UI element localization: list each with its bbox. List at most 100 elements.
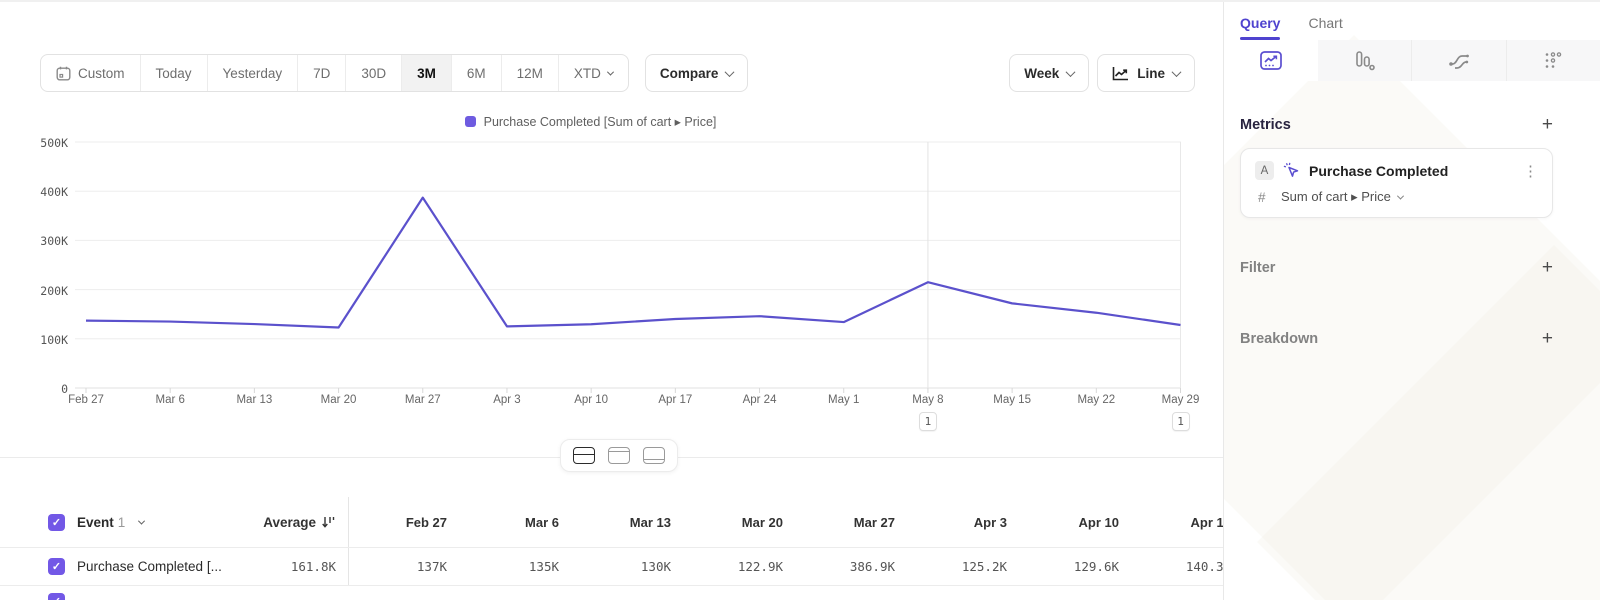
average-header-cell[interactable]: Average (240, 515, 348, 530)
aggregation-dropdown[interactable]: Sum of cart ▸ Price (1281, 189, 1403, 205)
date-column-header[interactable]: Apr 10 (1021, 515, 1133, 530)
event-label-text: Event (77, 515, 114, 530)
x-axis-label: Feb 27 (44, 394, 128, 406)
report-tab-funnels[interactable] (1318, 40, 1412, 81)
x-axis-label: Apr 3 (465, 394, 549, 406)
query-builder-sidebar: Query Chart (1223, 2, 1600, 600)
chart-plot-area[interactable] (75, 142, 1181, 395)
date-column-header[interactable]: Mar 27 (797, 515, 909, 530)
metric-card-event-row: A Purchase Completed ⋮ (1255, 161, 1538, 180)
series-name-cell (0, 585, 240, 600)
table-row[interactable]: Purchase Completed [... 161.8K 137K135K1… (0, 547, 1223, 585)
add-breakdown-button[interactable]: + (1542, 329, 1553, 348)
date-value-cells: 137K135K130K122.9K386.9K125.2K129.6K140.… (348, 548, 1223, 585)
layout-toggle-group (560, 439, 678, 472)
value-cell: 140.3K (1133, 559, 1223, 574)
filter-title: Filter (1240, 260, 1275, 276)
x-axis-label: Mar 6 (128, 394, 212, 406)
chart-only-icon (609, 451, 629, 452)
sort-descending-icon (322, 515, 336, 529)
results-table: Event 1 Average Feb 27Mar 6Mar 13Mar 20Ma… (0, 497, 1223, 600)
insights-report-page: CustomTodayYesterday7D30D3M6M12MXTD Comp… (0, 0, 1600, 600)
date-column-header[interactable]: Feb 27 (349, 515, 461, 530)
insights-icon (1260, 51, 1282, 70)
x-axis-label: May 1 (802, 394, 886, 406)
event-column-label[interactable]: Event 1 (77, 515, 125, 530)
value-cell: 129.6K (1021, 559, 1133, 574)
metric-menu-icon[interactable]: ⋮ (1523, 162, 1538, 180)
y-axis-label: 500K (0, 136, 68, 150)
report-tab-insights[interactable] (1224, 40, 1318, 81)
annotation-badge[interactable]: 1 (1172, 412, 1190, 431)
line-chart[interactable]: 500K400K300K200K100K0Feb 27Mar 6Mar 13Ma… (0, 2, 1223, 457)
metric-card[interactable]: A Purchase Completed ⋮ # Sum of cart ▸ P… (1240, 148, 1553, 218)
annotation-badge[interactable]: 1 (919, 412, 937, 431)
report-type-tabs (1224, 40, 1600, 81)
report-tab-flows[interactable] (1411, 40, 1506, 81)
x-axis-label: Mar 13 (212, 394, 296, 406)
add-metric-button[interactable]: + (1542, 115, 1553, 134)
table-only-view-button[interactable] (643, 447, 665, 464)
x-axis-label: Apr 24 (718, 394, 802, 406)
table-header-row: Event 1 Average Feb 27Mar 6Mar 13Mar 20Ma… (0, 497, 1223, 547)
tab-chart[interactable]: Chart (1308, 15, 1342, 40)
series-line[interactable] (86, 198, 1181, 328)
split-view-button[interactable] (573, 447, 595, 464)
aggregation-label: Sum of cart ▸ Price (1281, 189, 1391, 205)
chevron-down-icon (138, 517, 145, 524)
value-cell: 135K (461, 559, 573, 574)
value-cell: 125.2K (909, 559, 1021, 574)
metric-letter-badge: A (1255, 161, 1274, 180)
x-axis-label: May 8 (886, 394, 970, 406)
x-axis-label: Apr 10 (549, 394, 633, 406)
date-header-cells: Feb 27Mar 6Mar 13Mar 20Mar 27Apr 3Apr 10… (348, 497, 1223, 547)
flows-icon (1447, 51, 1471, 71)
metric-event-name[interactable]: Purchase Completed (1309, 163, 1514, 179)
x-axis-label: May 29 (1139, 394, 1223, 406)
x-axis-label: Mar 27 (381, 394, 465, 406)
average-value-cell: 161.8K (240, 559, 348, 574)
value-cell: 122.9K (685, 559, 797, 574)
event-cursor-icon (1283, 162, 1300, 179)
x-axis-label: May 15 (970, 394, 1054, 406)
date-column-header[interactable]: Mar 20 (685, 515, 797, 530)
x-axis-label: May 22 (1054, 394, 1138, 406)
y-axis-label: 300K (0, 234, 68, 248)
date-column-header[interactable]: Apr 3 (909, 515, 1021, 530)
funnels-icon (1353, 50, 1375, 72)
value-cell: 130K (573, 559, 685, 574)
retention-icon (1543, 51, 1563, 71)
sidebar-content: Metrics + A Purchase Completed ⋮ # (1224, 115, 1600, 348)
date-column-header[interactable]: Mar 6 (461, 515, 573, 530)
x-axis-label: Apr 17 (633, 394, 717, 406)
x-axis-label: Mar 20 (297, 394, 381, 406)
event-header-cell: Event 1 (0, 514, 240, 531)
split-view-icon (574, 454, 594, 455)
metrics-section-header: Metrics + (1240, 115, 1553, 134)
event-count: 1 (118, 515, 126, 530)
date-column-header[interactable]: Apr 17 (1133, 515, 1223, 530)
value-cell: 137K (349, 559, 461, 574)
chevron-down-icon (1397, 192, 1404, 199)
chart-only-view-button[interactable] (608, 447, 630, 464)
tab-query[interactable]: Query (1240, 15, 1280, 40)
average-label: Average (263, 515, 316, 530)
add-filter-button[interactable]: + (1542, 258, 1553, 277)
series-name: Purchase Completed [... (77, 559, 222, 574)
report-main-area: CustomTodayYesterday7D30D3M6M12MXTD Comp… (0, 2, 1223, 600)
breakdown-title: Breakdown (1240, 331, 1318, 347)
y-axis-label: 100K (0, 333, 68, 347)
metrics-title: Metrics (1240, 117, 1291, 133)
filter-section-header: Filter + (1240, 258, 1553, 277)
table-row-partial[interactable] (0, 585, 1223, 600)
y-axis-label: 400K (0, 185, 68, 199)
select-all-checkbox[interactable] (48, 514, 65, 531)
series-checkbox[interactable] (48, 593, 65, 600)
series-name-cell: Purchase Completed [... (0, 558, 240, 575)
numeric-property-icon: # (1258, 190, 1271, 205)
series-checkbox[interactable] (48, 558, 65, 575)
report-tab-retention[interactable] (1506, 40, 1600, 81)
date-column-header[interactable]: Mar 13 (573, 515, 685, 530)
y-axis-label: 200K (0, 284, 68, 298)
breakdown-section-header: Breakdown + (1240, 329, 1553, 348)
